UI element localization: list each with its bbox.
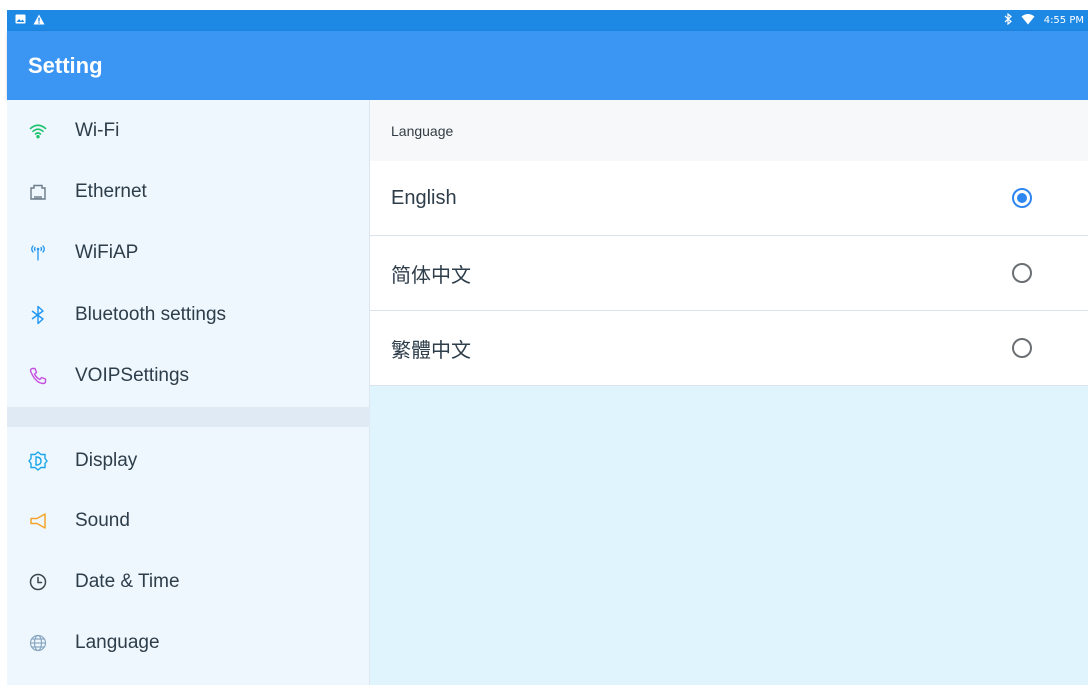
phone-icon	[28, 366, 48, 386]
ethernet-icon	[28, 182, 48, 202]
hotspot-icon	[28, 243, 48, 263]
sidebar-item-bluetooth-settings[interactable]: Bluetooth settings	[7, 284, 370, 345]
sidebar-item-voipsettings[interactable]: VOIPSettings	[7, 345, 370, 406]
language-option-simplified-chinese[interactable]: 简体中文	[370, 236, 1088, 311]
sidebar-item-label: Language	[75, 631, 160, 653]
sidebar-divider	[7, 407, 370, 427]
sidebar-item-label: Bluetooth settings	[75, 303, 227, 325]
sidebar-item-label: Wi-Fi	[75, 119, 120, 141]
bluetooth-icon	[28, 305, 48, 325]
sidebar-item-display[interactable]: Display	[7, 430, 370, 491]
language-option-label: English	[391, 186, 457, 209]
settings-screen: 4:55 PM Setting Wi-Fi Ethernet WiFiAP Bl…	[0, 0, 1088, 685]
settings-sidebar: Wi-Fi Ethernet WiFiAP Bluetooth settings…	[7, 100, 370, 685]
image-notification-icon	[15, 14, 26, 27]
sidebar-item-label: Sound	[75, 509, 130, 531]
app-title: Setting	[28, 52, 103, 78]
sound-icon	[28, 511, 48, 531]
radio-button[interactable]	[1012, 338, 1032, 358]
sidebar-item-label: Date & Time	[75, 570, 180, 592]
sidebar-item-date-time[interactable]: Date & Time	[7, 551, 370, 612]
status-time: 4:55 PM	[1043, 15, 1084, 26]
language-option-label: 简体中文	[391, 264, 471, 287]
warning-icon	[33, 14, 45, 28]
clock-icon	[28, 572, 48, 592]
language-option-traditional-chinese[interactable]: 繁體中文	[370, 311, 1088, 386]
sidebar-item-wifiap[interactable]: WiFiAP	[7, 222, 370, 283]
sidebar-item-language[interactable]: Language	[7, 612, 370, 673]
language-option-label: 繁體中文	[391, 339, 471, 362]
sidebar-item-label: Display	[75, 449, 138, 471]
globe-icon	[28, 633, 48, 653]
sidebar-item-wifi[interactable]: Wi-Fi	[7, 100, 370, 161]
display-icon	[28, 450, 48, 471]
sidebar-item-label: WiFiAP	[75, 241, 139, 263]
sidebar-item-ethernet[interactable]: Ethernet	[7, 161, 370, 222]
sidebar-item-label: Ethernet	[75, 180, 147, 202]
status-bar: 4:55 PM	[7, 10, 1088, 31]
sidebar-item-label: VOIPSettings	[75, 364, 190, 386]
radio-button-selected[interactable]	[1012, 188, 1032, 208]
radio-button[interactable]	[1012, 263, 1032, 283]
bluetooth-icon	[1004, 12, 1012, 28]
section-title: Language	[370, 100, 1088, 161]
sidebar-item-sound[interactable]: Sound	[7, 490, 370, 551]
language-panel: Language English 简体中文 繁體中文	[370, 100, 1088, 685]
wifi-signal-icon	[1021, 13, 1035, 28]
app-bar: Setting	[7, 31, 1088, 100]
wifi-icon	[28, 121, 48, 141]
language-option-english[interactable]: English	[370, 161, 1088, 236]
